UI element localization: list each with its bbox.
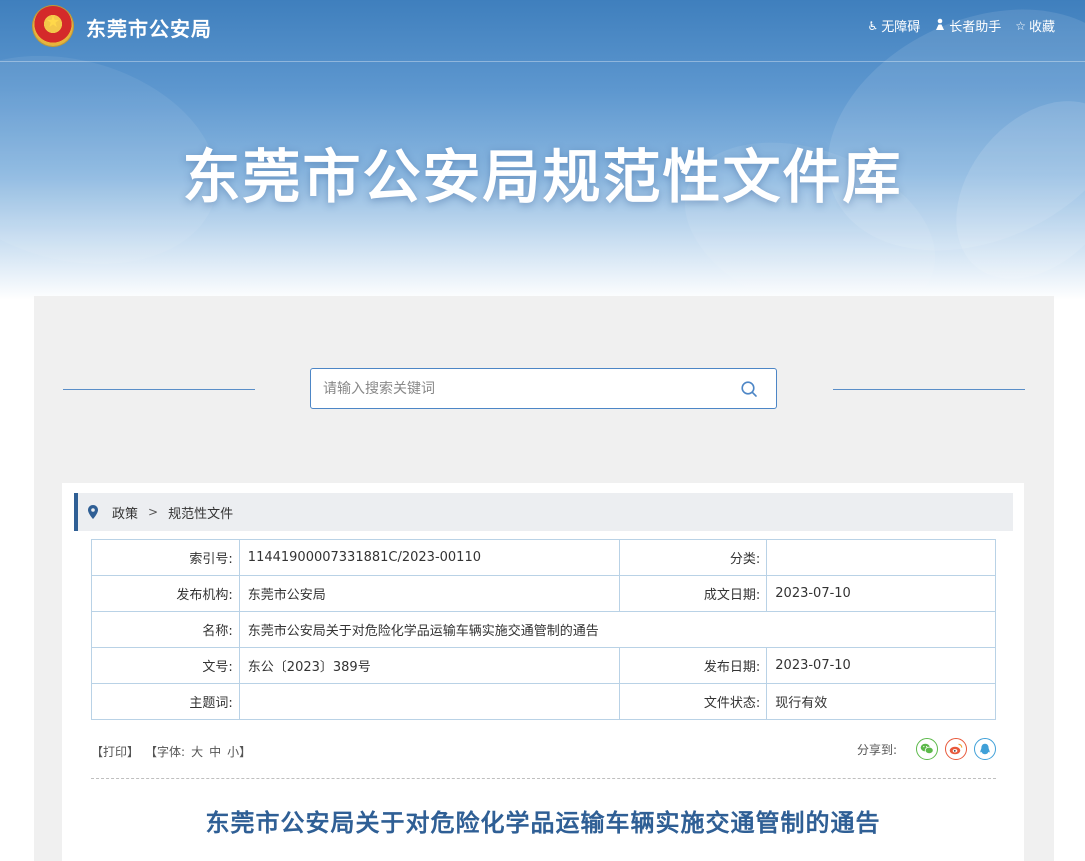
wheelchair-icon: ♿	[867, 18, 879, 33]
elder-icon	[934, 18, 946, 34]
print-button[interactable]: 【打印】	[91, 743, 139, 760]
font-medium-button[interactable]: 中	[209, 743, 221, 760]
print-font-tools: 【打印】 【字体: 大 中 小 】	[91, 743, 251, 760]
accessibility-link[interactable]: ♿ 无障碍	[867, 16, 921, 36]
chevron-right-icon: >	[148, 505, 159, 519]
favorite-link[interactable]: ☆ 收藏	[1015, 16, 1055, 36]
share-label: 分享到:	[856, 742, 897, 757]
share-weibo-button[interactable]	[945, 738, 967, 760]
status-value: 现行有效	[766, 683, 996, 720]
table-row: 文号: 东公〔2023〕389号 发布日期: 2023-07-10	[91, 647, 996, 684]
share-bar: 分享到:	[857, 738, 996, 760]
name-label: 名称:	[91, 611, 240, 648]
document-title: 东莞市公安局关于对危险化学品运输车辆实施交通管制的通告	[205, 809, 881, 837]
site-name[interactable]: 东莞市公安局	[86, 13, 212, 42]
index-label: 索引号:	[91, 539, 240, 576]
publish-date-label: 发布日期:	[619, 647, 768, 684]
issuer-label: 发布机构:	[91, 575, 240, 612]
search-icon[interactable]	[740, 380, 758, 398]
national-emblem-icon[interactable]: ★	[33, 6, 73, 46]
header-banner: ★ 东莞市公安局 ♿ 无障碍 长者助手 ☆ 收藏 东莞市公安局规范性文件库	[0, 0, 1085, 300]
location-pin-icon	[88, 505, 98, 519]
breadcrumb-item-normative[interactable]: 规范性文件	[168, 503, 233, 522]
accessibility-label: 无障碍	[881, 20, 921, 35]
elder-assist-label: 长者助手	[949, 20, 1002, 35]
table-row: 发布机构: 东莞市公安局 成文日期: 2023-07-10	[91, 575, 996, 612]
share-wechat-button[interactable]	[916, 738, 938, 760]
created-date-label: 成文日期:	[619, 575, 768, 612]
breadcrumb: 政策 > 规范性文件	[74, 493, 1013, 531]
search-input[interactable]	[323, 378, 723, 400]
banner-title: 东莞市公安局规范性文件库	[182, 143, 903, 211]
index-value: 11441900007331881C/2023-00110	[238, 539, 621, 576]
wechat-icon	[920, 743, 934, 755]
main-panel: 政策 > 规范性文件 索引号: 11441900007331881C/2023-…	[34, 296, 1054, 861]
font-small-button[interactable]: 小	[227, 743, 239, 760]
name-value: 东莞市公安局关于对危险化学品运输车辆实施交通管制的通告	[238, 611, 997, 648]
doc-number-value: 东公〔2023〕389号	[238, 647, 621, 684]
top-tools: ♿ 无障碍 长者助手 ☆ 收藏	[867, 16, 1055, 35]
top-bar: ★ 东莞市公安局 ♿ 无障碍 长者助手 ☆ 收藏	[0, 0, 1085, 62]
search-box	[310, 368, 777, 409]
table-row: 名称: 东莞市公安局关于对危险化学品运输车辆实施交通管制的通告	[91, 611, 997, 648]
divider	[91, 778, 996, 779]
font-large-button[interactable]: 大	[191, 743, 203, 760]
breadcrumb-item-policy[interactable]: 政策	[112, 503, 138, 522]
subject-value	[238, 683, 621, 720]
category-label: 分类:	[619, 539, 768, 576]
document-metadata-table: 索引号: 11441900007331881C/2023-00110 分类: 发…	[91, 539, 997, 720]
star-outline-icon: ☆	[1015, 18, 1026, 33]
font-size-label: 【字体:	[145, 745, 186, 759]
favorite-label: 收藏	[1028, 20, 1055, 35]
star-icon: ★	[45, 12, 61, 31]
search-divider-right	[833, 389, 1025, 390]
qq-icon	[980, 743, 990, 754]
doc-number-label: 文号:	[91, 647, 240, 684]
publish-date-value: 2023-07-10	[766, 647, 996, 684]
share-qq-button[interactable]	[974, 738, 996, 760]
created-date-value: 2023-07-10	[766, 575, 996, 612]
table-row: 主题词: 文件状态: 现行有效	[91, 683, 996, 720]
document-card: 政策 > 规范性文件 索引号: 11441900007331881C/2023-…	[62, 483, 1024, 861]
subject-label: 主题词:	[91, 683, 240, 720]
elder-assist-link[interactable]: 长者助手	[934, 16, 1001, 35]
search-divider-left	[63, 389, 255, 390]
table-row: 索引号: 11441900007331881C/2023-00110 分类:	[91, 539, 996, 576]
status-label: 文件状态:	[619, 683, 768, 720]
issuer-value: 东莞市公安局	[238, 575, 621, 612]
font-size-bracket: 】	[239, 745, 252, 759]
document-tools: 【打印】 【字体: 大 中 小 】 分享到:	[91, 738, 996, 762]
weibo-icon	[949, 743, 963, 755]
category-value	[766, 539, 996, 576]
